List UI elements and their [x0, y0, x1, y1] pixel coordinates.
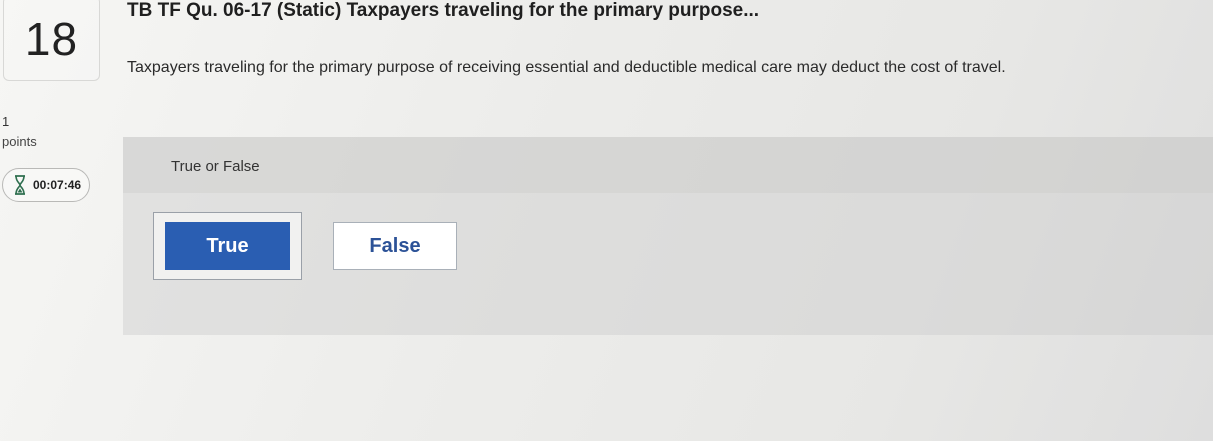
- hourglass-icon: [13, 175, 27, 195]
- question-number-box: 18: [3, 0, 100, 81]
- timer-value: 00:07:46: [33, 178, 82, 192]
- answer-type-label: True or False: [171, 158, 260, 175]
- false-button[interactable]: False: [333, 222, 457, 270]
- question-number: 18: [24, 12, 79, 65]
- points-label: points: [2, 134, 37, 149]
- timer: 00:07:46: [2, 168, 90, 202]
- question-title: TB TF Qu. 06-17 (Static) Taxpayers trave…: [127, 0, 760, 21]
- question-text: Taxpayers traveling for the primary purp…: [127, 59, 1006, 76]
- points-value: 1: [2, 114, 10, 129]
- answer-header: True or False: [123, 137, 1213, 193]
- true-button[interactable]: True: [165, 222, 290, 270]
